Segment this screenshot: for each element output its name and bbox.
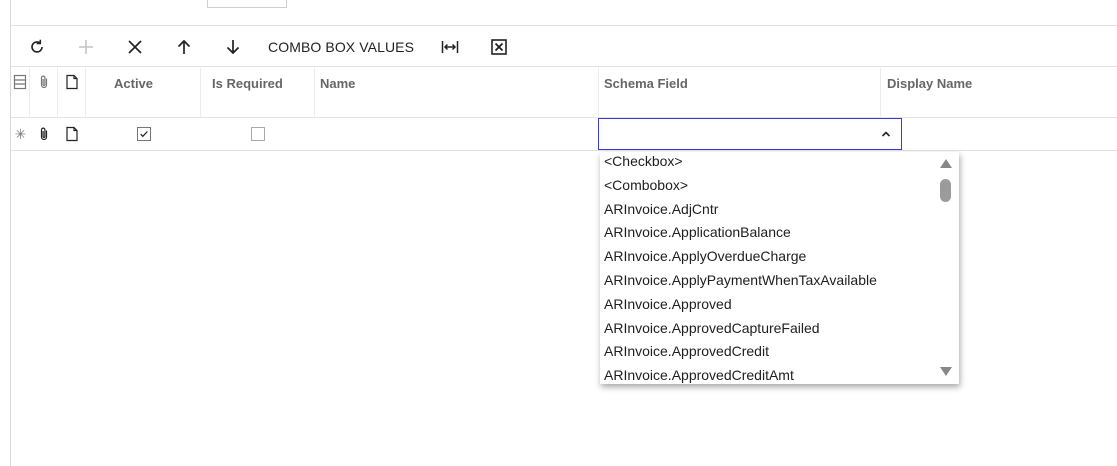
excel-export-icon	[491, 38, 507, 55]
grid-toolbar: COMBO BOX VALUES	[11, 27, 1117, 67]
note-icon	[66, 126, 78, 142]
dropdown-option[interactable]: ARInvoice.ApplyPaymentWhenTaxAvailable	[600, 269, 959, 293]
is-required-checkbox[interactable]	[251, 127, 265, 141]
col-schema-field[interactable]: Schema Field	[599, 68, 881, 118]
col-attachments[interactable]	[30, 68, 58, 118]
is-required-cell	[201, 118, 315, 150]
col-display-name[interactable]: Display Name	[881, 68, 1117, 118]
dropdown-list: <Checkbox> <Combobox> ARInvoice.AdjCntr ARI…	[600, 152, 959, 384]
col-active[interactable]: Active	[86, 68, 201, 118]
add-row-button[interactable]	[72, 33, 100, 61]
arrow-down-icon	[226, 39, 240, 54]
name-cell[interactable]	[315, 118, 599, 150]
active-checkbox[interactable]	[136, 127, 151, 141]
display-name-cell[interactable]	[881, 118, 1117, 150]
dropdown-option[interactable]: ARInvoice.ApplyOverdueCharge	[600, 245, 959, 269]
clipped-input[interactable]	[207, 0, 287, 8]
schema-field-dropdown: <Checkbox> <Combobox> ARInvoice.AdjCntr ARI…	[600, 152, 959, 384]
dropdown-option[interactable]: ARInvoice.AdjCntr	[600, 198, 959, 222]
dropdown-option[interactable]: <Combobox>	[600, 174, 959, 198]
col-name-label: Name	[320, 76, 356, 91]
grid-header: Active Is Required Name Schema Field Dis…	[11, 68, 1117, 118]
refresh-button[interactable]	[23, 33, 51, 61]
export-excel-button[interactable]	[485, 33, 513, 61]
chevron-up-icon[interactable]	[880, 128, 892, 140]
move-up-button[interactable]	[170, 33, 198, 61]
col-schema-field-label: Schema Field	[604, 76, 688, 91]
delete-row-button[interactable]	[121, 33, 149, 61]
col-display-name-label: Display Name	[887, 76, 973, 91]
col-name[interactable]: Name	[315, 68, 599, 118]
active-cell	[86, 118, 201, 150]
dropdown-option[interactable]: ARInvoice.ApprovedCredit	[600, 340, 959, 364]
plus-icon	[79, 39, 93, 54]
table-row-new[interactable]: ✳	[11, 118, 1117, 151]
save-row-icon	[13, 74, 27, 90]
refresh-icon	[31, 39, 43, 53]
col-active-label: Active	[114, 76, 154, 91]
close-icon	[128, 39, 142, 54]
fit-columns-button[interactable]	[436, 33, 464, 61]
new-row-marker: ✳	[14, 125, 27, 142]
col-is-required[interactable]: Is Required	[201, 68, 315, 118]
row-note-button[interactable]	[58, 118, 86, 150]
schema-field-combobox[interactable]	[598, 118, 902, 150]
paperclip-icon	[40, 75, 47, 89]
left-panel-edge	[0, 0, 11, 466]
row-attachment-button[interactable]	[30, 118, 58, 150]
dropdown-option[interactable]: ARInvoice.ApprovedCaptureFailed	[600, 317, 959, 341]
dropdown-option[interactable]: ARInvoice.ApplicationBalance	[600, 221, 959, 245]
fit-columns-icon	[441, 40, 459, 53]
col-notes[interactable]	[58, 68, 86, 118]
note-icon	[65, 74, 78, 90]
combo-box-values-button[interactable]: COMBO BOX VALUES	[268, 39, 414, 55]
scroll-down-arrow-icon[interactable]	[940, 367, 952, 376]
dropdown-option[interactable]: ARInvoice.ApprovedCreditAmt	[600, 364, 959, 384]
move-down-button[interactable]	[219, 33, 247, 61]
arrow-up-icon	[177, 39, 191, 54]
checkmark-icon	[139, 131, 148, 138]
dropdown-option[interactable]: <Checkbox>	[600, 152, 959, 174]
paperclip-icon	[40, 127, 48, 141]
dropdown-scrollbar-thumb[interactable]	[940, 179, 951, 202]
scroll-up-arrow-icon[interactable]	[940, 159, 952, 168]
dropdown-option[interactable]: ARInvoice.Approved	[600, 293, 959, 317]
col-is-required-label: Is Required	[212, 76, 283, 91]
form-header-strip	[11, 0, 1117, 26]
col-row-selector[interactable]	[11, 68, 30, 118]
